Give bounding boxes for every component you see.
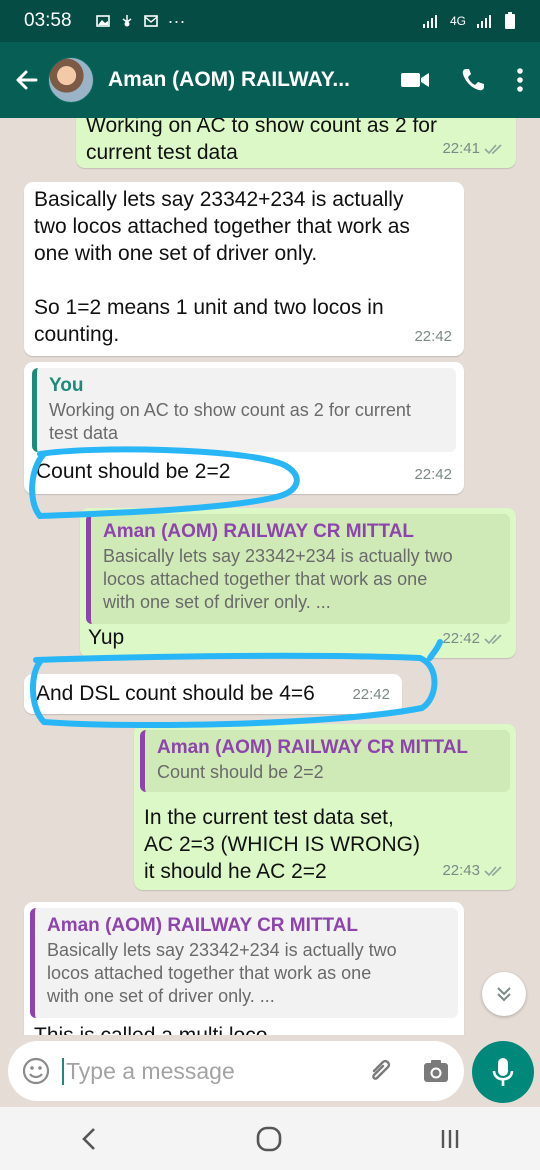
message-bubble-incoming[interactable]: Aman (AOM) RAILWAY CR MITTAL Basically l… [24, 902, 464, 1035]
attach-icon[interactable] [366, 1057, 394, 1085]
signal-icon-2 [477, 15, 491, 28]
emoji-icon[interactable] [22, 1057, 50, 1085]
double-check-icon [484, 865, 502, 876]
quoted-sender: Aman (AOM) RAILWAY CR MITTAL [157, 737, 469, 758]
message-input-bar: Type a message [0, 1035, 540, 1107]
camera-icon[interactable] [422, 1058, 450, 1084]
message-time: 22:42 [352, 686, 390, 703]
message-time: 22:42 [442, 630, 480, 647]
quoted-text-line: locos attached together that work as one [103, 569, 428, 589]
message-time: 22:42 [414, 328, 452, 345]
quoted-text-line: Basically lets say 23342+234 is actually… [103, 546, 453, 566]
quoted-message[interactable]: You Working on AC to show count as 2 for… [32, 368, 456, 452]
message-time: 22:43 [442, 862, 480, 879]
message-text-line: So 1=2 means 1 unit and two locos in [34, 296, 384, 319]
message-text: This is called a multi loco [34, 1022, 267, 1035]
quoted-text-line: Basically lets say 23342+234 is actually… [47, 940, 397, 960]
quoted-text-line: test data [49, 423, 119, 443]
quoted-sender: You [49, 375, 84, 396]
scroll-to-bottom-button[interactable] [482, 972, 526, 1016]
quoted-text-line: with one set of driver only. ... [103, 592, 331, 612]
contact-avatar[interactable] [48, 57, 94, 103]
contact-name[interactable]: Aman (AOM) RAILWAY... [108, 68, 400, 92]
message-bubble-incoming[interactable]: And DSL count should be 4=6 22:42 [24, 674, 402, 714]
chat-header: Aman (AOM) RAILWAY... [0, 42, 540, 118]
message-bubble-outgoing[interactable]: Aman (AOM) RAILWAY CR MITTAL Count shoul… [134, 724, 516, 890]
status-time: 03:58 [24, 10, 72, 31]
quoted-sender: Aman (AOM) RAILWAY CR MITTAL [103, 521, 415, 542]
signal-icon [422, 15, 437, 28]
message-text-line: two locos attached together that work as [34, 215, 410, 238]
message-bubble-incoming[interactable]: Basically lets say 23342+234 is actually… [24, 182, 464, 356]
message-text-line: In the current test data set, [144, 806, 394, 829]
message-text-line: counting. [34, 323, 120, 346]
back-arrow-icon [16, 70, 38, 90]
message-text: Yup [88, 626, 125, 649]
quoted-text-line: Count should be 2=2 [157, 762, 324, 782]
nav-home-icon[interactable] [256, 1126, 282, 1152]
message-text: Count should be 2=2 [36, 460, 231, 483]
more-options-icon[interactable] [516, 67, 524, 93]
message-bubble-outgoing[interactable]: Aman (AOM) RAILWAY CR MITTAL Basically l… [80, 508, 516, 658]
battery-icon [505, 12, 515, 29]
message-text: And DSL count should be 4=6 [36, 682, 315, 705]
message-text-line: it should he AC 2=2 [144, 860, 327, 883]
quoted-message[interactable]: Aman (AOM) RAILWAY CR MITTAL Basically l… [86, 514, 510, 624]
quoted-message[interactable]: Aman (AOM) RAILWAY CR MITTAL Count shoul… [140, 730, 510, 792]
back-button[interactable] [12, 65, 42, 95]
message-text-line: AC 2=3 (WHICH IS WRONG) [144, 833, 420, 856]
network-type: 4G [449, 14, 466, 28]
quoted-text-line: Working on AC to show count as 2 for cur… [49, 400, 411, 420]
microphone-icon [492, 1058, 514, 1086]
message-time: 22:42 [414, 466, 452, 483]
video-call-icon[interactable] [400, 70, 430, 90]
message-bubble-outgoing[interactable]: Working on AC to show count as 2 for cur… [76, 118, 516, 168]
quoted-text-line: with one set of driver only. ... [47, 986, 275, 1006]
message-text-line: Basically lets say 23342+234 is actually [34, 188, 404, 211]
system-navigation-bar [0, 1107, 540, 1170]
double-chevron-down-icon [497, 987, 511, 1002]
nav-recents-icon[interactable] [439, 1128, 461, 1150]
quoted-text-line: locos attached together that work as one [47, 963, 372, 983]
message-input[interactable]: Type a message [62, 1057, 366, 1085]
message-text-line: one with one set of driver only. [34, 242, 318, 265]
message-bubble-incoming[interactable]: You Working on AC to show count as 2 for… [24, 362, 464, 494]
double-check-icon [484, 143, 502, 154]
usb-icon [122, 15, 131, 27]
quoted-message[interactable]: Aman (AOM) RAILWAY CR MITTAL Basically l… [30, 908, 458, 1018]
status-bar: 03:58 ··· 4G [0, 0, 540, 42]
voice-call-icon[interactable] [460, 67, 486, 93]
nav-back-icon[interactable] [79, 1127, 99, 1151]
voice-message-button[interactable] [472, 1041, 534, 1103]
message-field[interactable]: Type a message [8, 1041, 464, 1101]
double-check-icon [484, 633, 502, 644]
chat-area[interactable]: Working on AC to show count as 2 for cur… [0, 118, 540, 1035]
mail-icon [143, 15, 158, 27]
message-time: 22:41 [442, 140, 480, 157]
gallery-icon [95, 15, 110, 27]
status-more: ··· [167, 10, 186, 31]
quoted-sender: Aman (AOM) RAILWAY CR MITTAL [47, 915, 359, 936]
